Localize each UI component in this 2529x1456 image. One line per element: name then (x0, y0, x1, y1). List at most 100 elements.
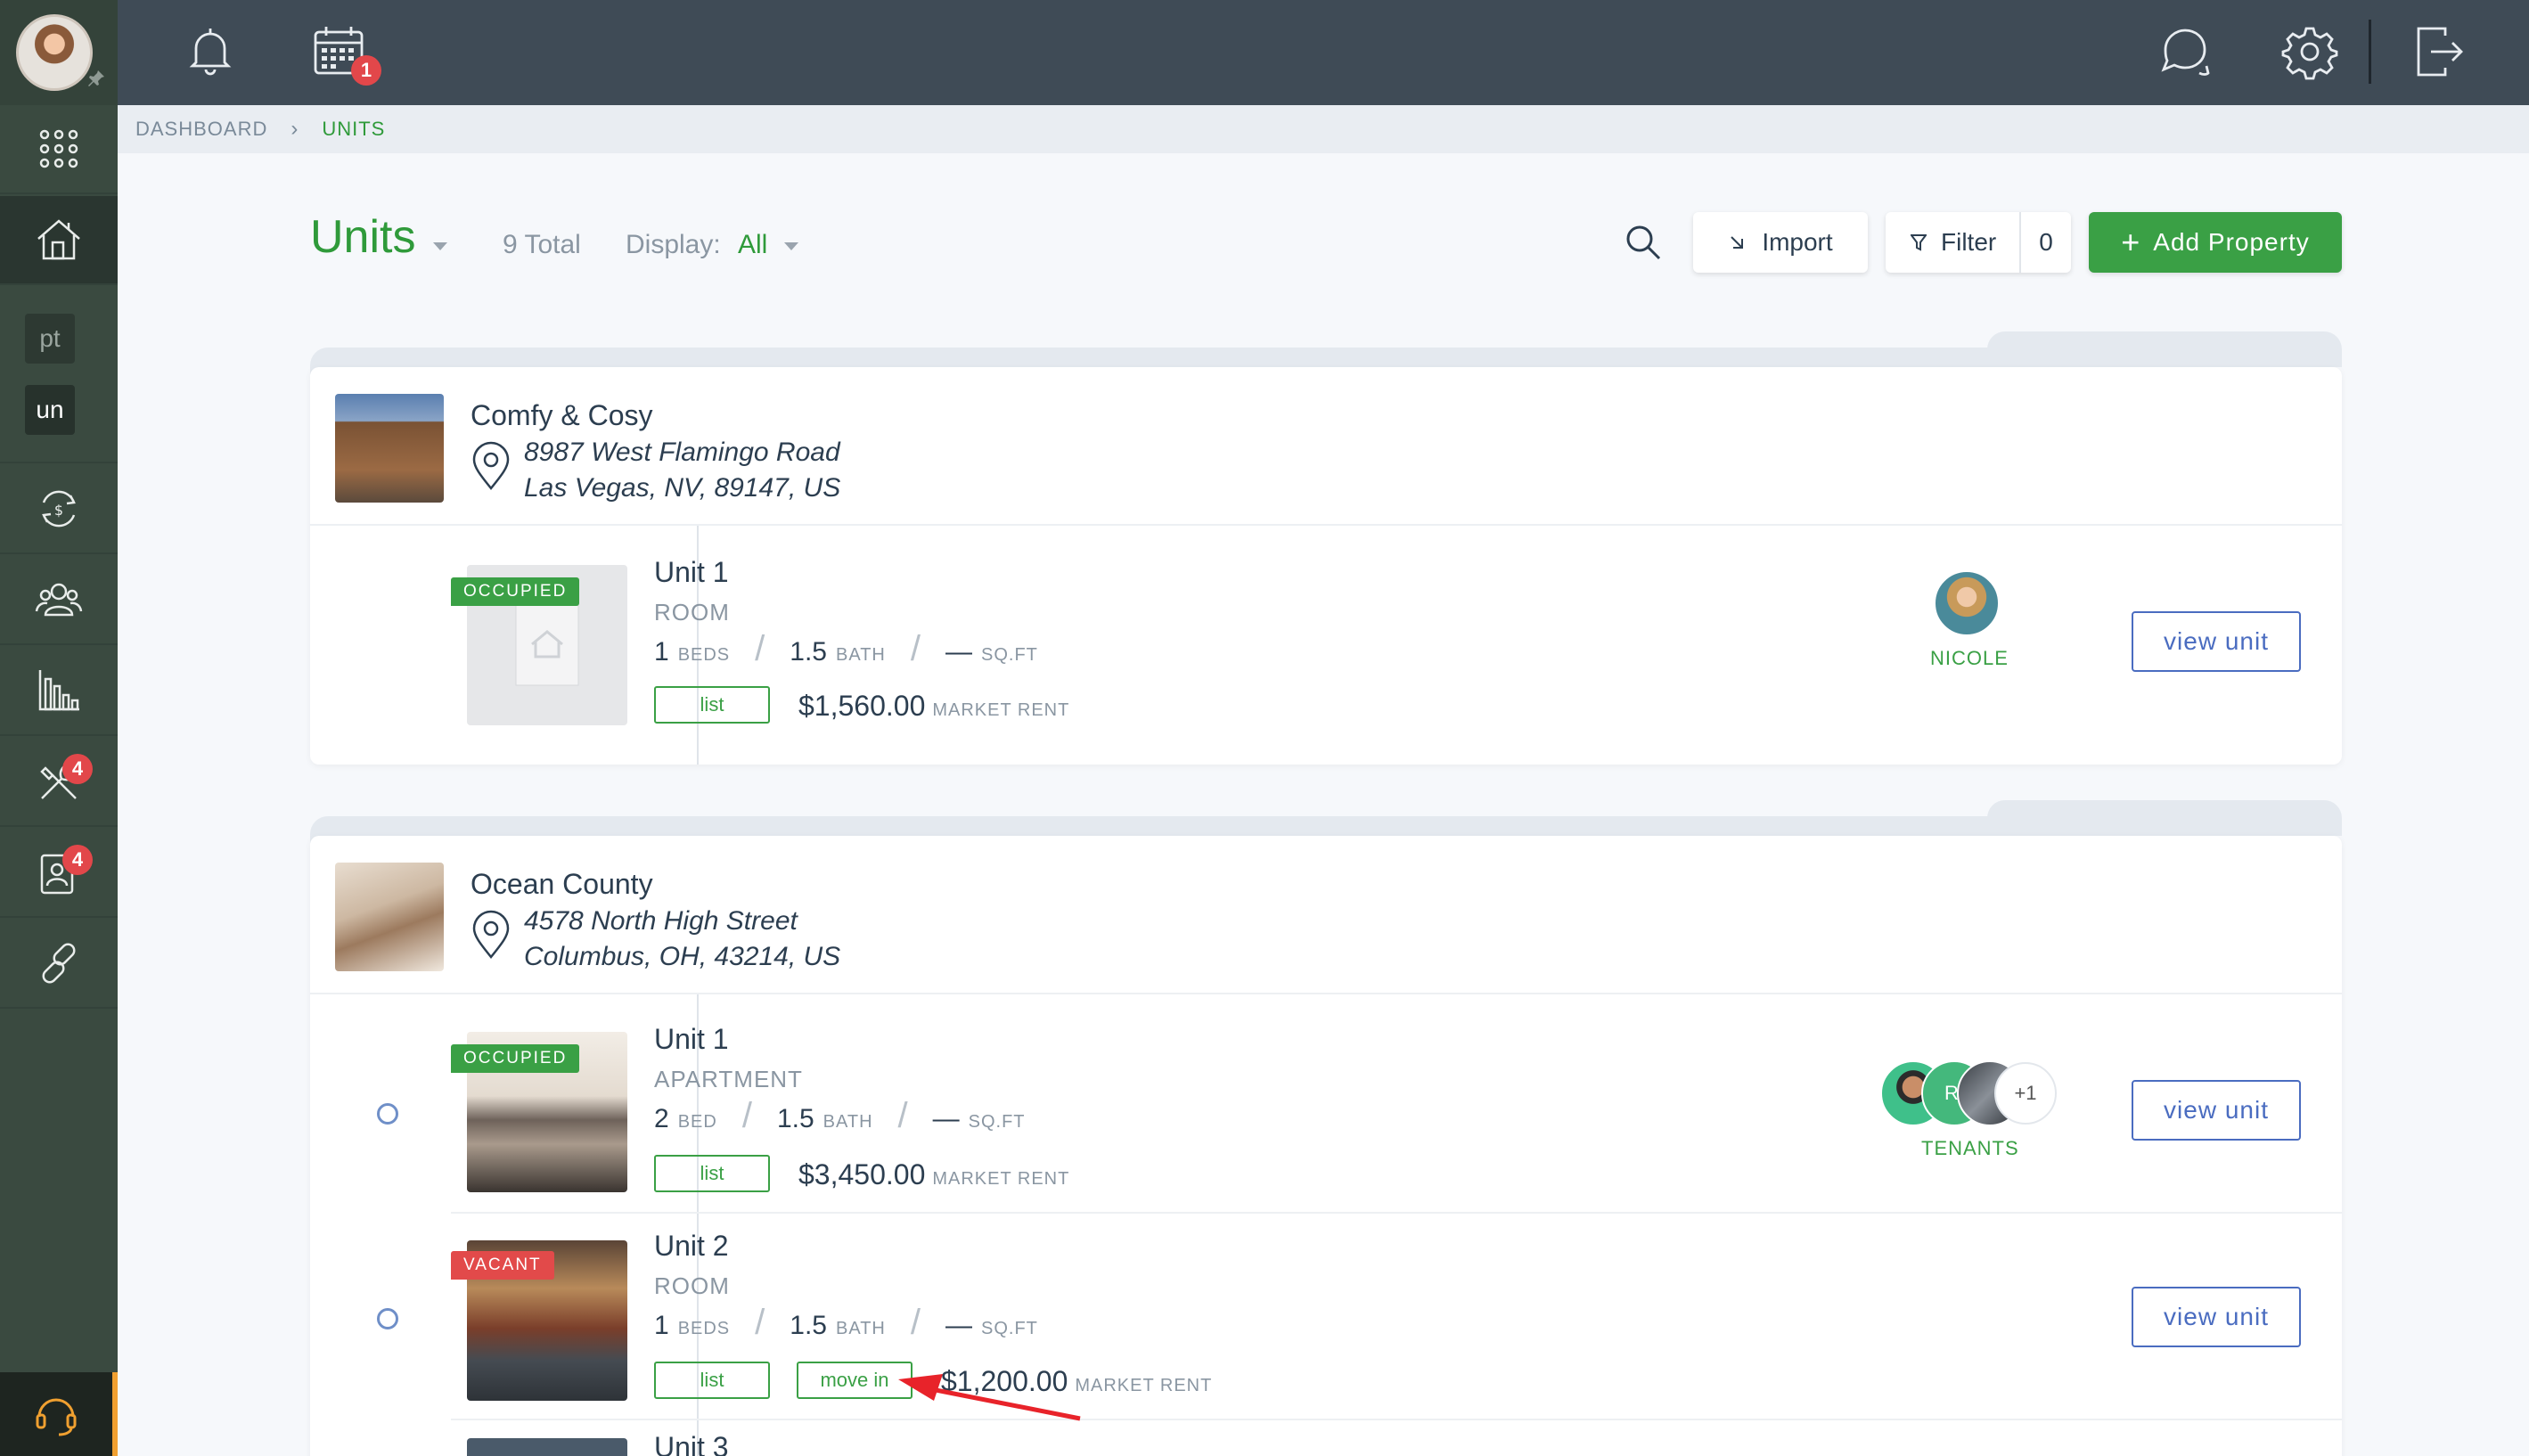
beds-value: 2 (654, 1104, 669, 1133)
house-icon (37, 219, 80, 260)
sidebar-item-applicants[interactable]: 4 (0, 829, 118, 918)
tenant-name[interactable]: NICOLE (1930, 647, 2009, 670)
breadcrumb: DASHBOARD › UNITS (118, 105, 2529, 153)
baths-label: BATH (836, 1319, 886, 1338)
list-button[interactable]: list (654, 1362, 770, 1399)
tenants-label[interactable]: TENANTS (1921, 1137, 2019, 1160)
baths-label: BATH (823, 1112, 873, 1132)
spec-divider: / (910, 629, 921, 668)
shortcut-pt[interactable]: pt (25, 314, 75, 364)
list-button[interactable]: list (654, 686, 770, 724)
unit-name[interactable]: Unit 2 (654, 1230, 729, 1263)
market-rent: $3,450.00 MARKET RENT (798, 1158, 1069, 1191)
more-tenants-badge[interactable]: +1 (1994, 1062, 2057, 1125)
display-chevron-down-icon[interactable] (784, 242, 798, 250)
view-unit-button[interactable]: view unit (2132, 1080, 2301, 1141)
top-bar: 1 (118, 0, 2529, 105)
property-card: Comfy & Cosy 8987 West Flamingo Road Las… (310, 367, 2342, 1021)
tenant-avatar[interactable] (1934, 570, 2000, 636)
property-card: Ocean County 4578 North High Street Colu… (310, 836, 2342, 1456)
top-divider (2369, 20, 2371, 84)
baths-value: 1.5 (790, 637, 827, 667)
logout-icon[interactable] (2410, 23, 2467, 80)
pin-icon[interactable] (86, 68, 107, 89)
people-icon (35, 583, 83, 617)
unit-name[interactable]: Unit 1 (654, 1023, 729, 1056)
user-profile[interactable] (0, 0, 118, 105)
baths-value: 1.5 (790, 1311, 827, 1340)
location-pin-icon (472, 910, 510, 959)
rent-label: MARKET RENT (932, 700, 1070, 720)
unit-row[interactable]: VACANT Unit 2 ROOM 1 BEDS / 1.5 BATH / — SQ… (310, 1214, 2342, 1419)
property-address: 4578 North High Street Columbus, OH, 432… (524, 904, 840, 975)
import-button[interactable]: Import (1693, 212, 1868, 273)
property-header[interactable]: Ocean County 4578 North High Street Colu… (310, 836, 2342, 994)
search-icon[interactable] (1624, 223, 1663, 262)
sidebar-item-people[interactable] (0, 556, 118, 645)
import-arrow-icon (1731, 236, 1744, 249)
filter-label: Filter (1941, 228, 1997, 256)
sqft-value: — (945, 637, 972, 667)
headset-icon (36, 1398, 77, 1436)
add-property-label: Add Property (2153, 228, 2310, 256)
total-count: 9 Total (503, 230, 581, 259)
sqft-label: SQ.FT (968, 1112, 1026, 1132)
sidebar-item-maintenance[interactable]: 4 (0, 738, 118, 827)
shortcut-un[interactable]: un (25, 385, 75, 435)
apps-grid-icon (39, 129, 78, 168)
sqft-value: — (945, 1311, 972, 1340)
breadcrumb-current: UNITS (322, 118, 386, 140)
rent-value: $1,560.00 (798, 690, 926, 722)
title-chevron-down-icon[interactable] (433, 242, 447, 250)
status-badge: OCCUPIED (451, 1044, 580, 1073)
unit-type: ROOM (654, 599, 730, 626)
unit-name[interactable]: Unit 3 (654, 1431, 729, 1456)
bell-icon[interactable] (182, 23, 239, 80)
address-line-2: Columbus, OH, 43214, US (524, 942, 841, 971)
unit-photo (467, 1438, 627, 1456)
bar-chart-icon (38, 670, 79, 711)
unit-name[interactable]: Unit 1 (654, 556, 729, 589)
address-line-1: 8987 West Flamingo Road (524, 438, 840, 467)
display-select[interactable]: All (738, 230, 767, 260)
timeline-dot (377, 1308, 398, 1329)
home-placeholder-icon (515, 604, 579, 686)
chat-icon[interactable] (2157, 23, 2214, 80)
sidebar-item-payments[interactable]: $ (0, 465, 118, 554)
breadcrumb-dashboard[interactable]: DASHBOARD (135, 118, 267, 141)
filter-count: 0 (2019, 212, 2071, 273)
unit-row[interactable]: OCCUPIED Unit 1 ROOM 1 BEDS / 1.5 BATH / —… (310, 526, 2342, 765)
sidebar-item-properties[interactable] (0, 196, 118, 285)
property-header[interactable]: Comfy & Cosy 8987 West Flamingo Road Las… (310, 367, 2342, 526)
sidebar-item-reports[interactable] (0, 647, 118, 736)
sqft-value: — (932, 1104, 960, 1133)
spec-divider: / (741, 1096, 752, 1135)
status-badge: OCCUPIED (451, 577, 580, 606)
unit-row[interactable]: Unit 3 (310, 1420, 2342, 1456)
unit-specs: 1 BEDS / 1.5 BATH / — SQ.FT (654, 629, 1038, 669)
baths-value: 1.5 (776, 1104, 814, 1133)
link-icon (42, 943, 76, 984)
filter-label-wrap: Filter (1886, 228, 2019, 257)
gear-icon[interactable] (2281, 23, 2338, 80)
list-button[interactable]: list (654, 1155, 770, 1192)
money-cycle-icon: $ (42, 490, 76, 528)
beds-label: BEDS (677, 645, 731, 665)
beds-value: 1 (654, 637, 669, 667)
sidebar-item-integrations[interactable] (0, 920, 118, 1009)
sidebar-item-apps[interactable] (0, 105, 118, 194)
calendar-badge: 1 (351, 55, 381, 86)
property-name: Comfy & Cosy (471, 399, 653, 431)
applicants-badge: 4 (62, 845, 93, 875)
unit-row[interactable]: OCCUPIED Unit 1 APARTMENT 2 BED / 1.5 BATH… (310, 994, 2342, 1199)
unit-type: APARTMENT (654, 1066, 803, 1092)
avatar[interactable] (16, 14, 93, 91)
view-unit-button[interactable]: view unit (2132, 611, 2301, 672)
page-title[interactable]: Units (310, 210, 415, 264)
add-property-button[interactable]: + Add Property (2089, 212, 2342, 273)
filter-button[interactable]: Filter 0 (1886, 212, 2071, 273)
view-unit-button[interactable]: view unit (2132, 1287, 2301, 1347)
address-line-2: Las Vegas, NV, 89147, US (524, 473, 841, 503)
display-label: Display: (626, 230, 721, 259)
support-button[interactable] (0, 1372, 118, 1456)
